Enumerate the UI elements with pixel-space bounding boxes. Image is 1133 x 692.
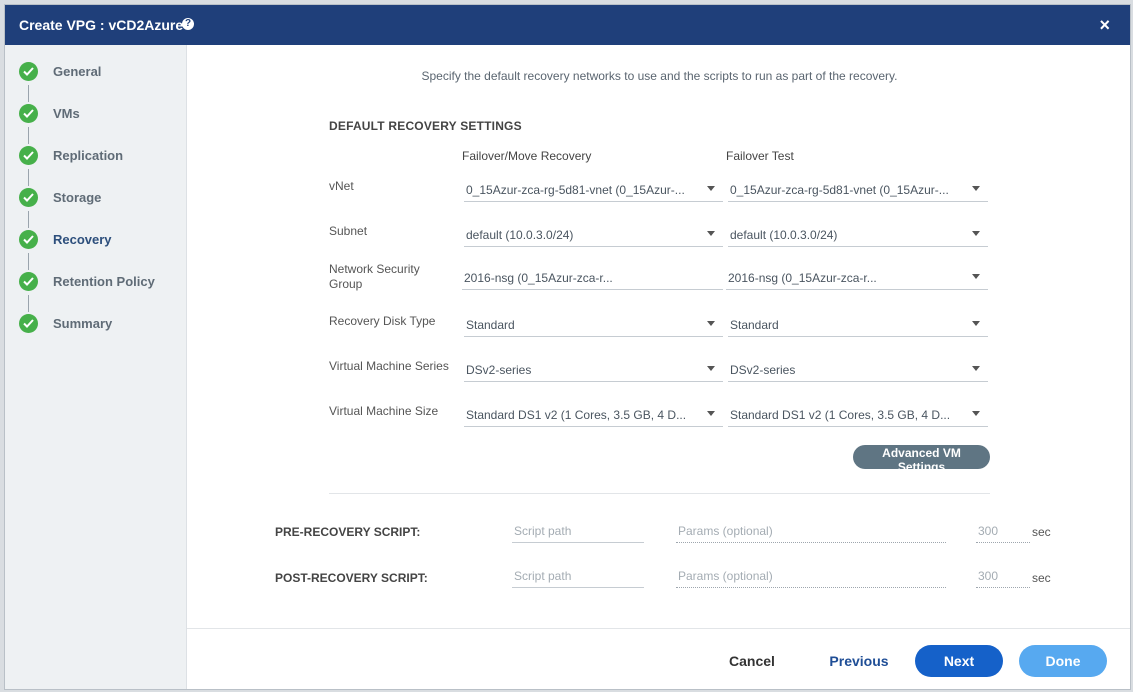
- chevron-down-icon: [707, 186, 715, 191]
- vnet-failover-select[interactable]: 0_15Azur-zca-rg-5d81-vnet (0_15Azur-...: [464, 176, 723, 202]
- pre-recovery-script-label: PRE-RECOVERY SCRIPT:: [275, 525, 421, 539]
- chevron-down-icon: [707, 366, 715, 371]
- chevron-down-icon: [972, 321, 980, 326]
- pre-script-timeout-unit: sec: [1032, 525, 1051, 539]
- vm-series-failover-select[interactable]: DSv2-series: [464, 356, 723, 382]
- previous-button[interactable]: Previous: [809, 645, 909, 677]
- nsg-failover-select[interactable]: 2016-nsg (0_15Azur-zca-r...: [462, 264, 723, 290]
- dialog-titlebar: Create VPG : vCD2Azure ? ×: [5, 5, 1130, 45]
- intro-text: Specify the default recovery networks to…: [421, 69, 898, 83]
- step-connector: [28, 85, 29, 102]
- row-label-vm-size: Virtual Machine Size: [329, 404, 439, 418]
- vnet-test-select[interactable]: 0_15Azur-zca-rg-5d81-vnet (0_15Azur-...: [728, 176, 988, 202]
- select-value: Standard DS1 v2 (1 Cores, 3.5 GB, 4 D...: [730, 408, 951, 422]
- post-script-timeout-input[interactable]: [976, 564, 1030, 588]
- pre-script-path-input[interactable]: [512, 519, 644, 543]
- check-icon: [19, 230, 38, 249]
- subnet-test-select[interactable]: default (10.0.3.0/24): [728, 221, 988, 247]
- step-connector: [28, 211, 29, 228]
- select-value: Standard: [466, 318, 515, 332]
- check-icon: [19, 104, 38, 123]
- select-value: DSv2-series: [466, 363, 532, 377]
- col-header-test: Failover Test: [726, 149, 794, 163]
- step-label: Storage: [53, 190, 102, 205]
- select-value: 0_15Azur-zca-rg-5d81-vnet (0_15Azur-...: [730, 183, 949, 197]
- section-divider: [329, 493, 990, 494]
- row-label-subnet: Subnet: [329, 224, 368, 238]
- disk-type-test-select[interactable]: Standard: [728, 311, 988, 337]
- chevron-down-icon: [972, 231, 980, 236]
- help-icon[interactable]: ?: [182, 18, 194, 30]
- row-label-vm-series: Virtual Machine Series: [329, 359, 449, 373]
- footer-divider: [187, 628, 1130, 629]
- post-script-params-input[interactable]: [676, 564, 946, 588]
- step-label: Replication: [53, 148, 124, 163]
- pre-script-timeout-input[interactable]: [976, 519, 1030, 543]
- recovery-settings-panel: Specify the default recovery networks to…: [187, 45, 1130, 689]
- check-icon: [19, 146, 38, 165]
- select-value: 2016-nsg (0_15Azur-zca-r...: [464, 271, 613, 285]
- chevron-down-icon: [972, 274, 980, 279]
- pre-script-params-input[interactable]: [676, 519, 946, 543]
- section-title: DEFAULT RECOVERY SETTINGS: [329, 119, 522, 133]
- step-connector: [28, 295, 29, 312]
- dialog-title: Create VPG : vCD2Azure: [19, 17, 184, 33]
- check-icon: [19, 188, 38, 207]
- done-button[interactable]: Done: [1019, 645, 1107, 677]
- vm-size-test-select[interactable]: Standard DS1 v2 (1 Cores, 3.5 GB, 4 D...: [728, 401, 988, 427]
- row-label-disk-type: Recovery Disk Type: [329, 314, 436, 328]
- select-value: 2016-nsg (0_15Azur-zca-r...: [728, 271, 877, 285]
- col-header-failover: Failover/Move Recovery: [462, 149, 592, 163]
- step-connector: [28, 253, 29, 270]
- select-value: 0_15Azur-zca-rg-5d81-vnet (0_15Azur-...: [466, 183, 685, 197]
- step-label: Retention Policy: [53, 274, 155, 289]
- select-value: default (10.0.3.0/24): [730, 228, 838, 242]
- wizard-steps-sidebar: General VMs Replication Storage Recovery…: [5, 45, 187, 689]
- post-script-path-input[interactable]: [512, 564, 644, 588]
- row-label-vnet: vNet: [329, 179, 354, 193]
- create-vpg-dialog: Create VPG : vCD2Azure ? × General VMs R…: [4, 4, 1131, 690]
- post-recovery-script-label: POST-RECOVERY SCRIPT:: [275, 571, 428, 585]
- check-icon: [19, 314, 38, 333]
- post-script-timeout-unit: sec: [1032, 571, 1051, 585]
- nsg-test-select[interactable]: 2016-nsg (0_15Azur-zca-r...: [726, 264, 988, 290]
- step-label: Recovery: [53, 232, 112, 247]
- row-label-nsg: Network Security Group: [329, 262, 420, 291]
- check-icon: [19, 272, 38, 291]
- chevron-down-icon: [972, 366, 980, 371]
- close-icon[interactable]: ×: [1099, 15, 1110, 36]
- chevron-down-icon: [707, 231, 715, 236]
- step-label: Summary: [53, 316, 113, 331]
- select-value: Standard DS1 v2 (1 Cores, 3.5 GB, 4 D...: [466, 408, 687, 422]
- step-label: VMs: [53, 106, 80, 121]
- step-connector: [28, 169, 29, 186]
- step-label: General: [53, 64, 102, 79]
- chevron-down-icon: [972, 411, 980, 416]
- vm-series-test-select[interactable]: DSv2-series: [728, 356, 988, 382]
- vm-size-failover-select[interactable]: Standard DS1 v2 (1 Cores, 3.5 GB, 4 D...: [464, 401, 723, 427]
- cancel-button[interactable]: Cancel: [712, 645, 792, 677]
- select-value: DSv2-series: [730, 363, 796, 377]
- chevron-down-icon: [707, 411, 715, 416]
- disk-type-failover-select[interactable]: Standard: [464, 311, 723, 337]
- check-icon: [19, 62, 38, 81]
- next-button[interactable]: Next: [915, 645, 1003, 677]
- step-connector: [28, 127, 29, 144]
- chevron-down-icon: [972, 186, 980, 191]
- chevron-down-icon: [707, 321, 715, 326]
- select-value: default (10.0.3.0/24): [466, 228, 574, 242]
- subnet-failover-select[interactable]: default (10.0.3.0/24): [464, 221, 723, 247]
- select-value: Standard: [730, 318, 779, 332]
- advanced-vm-settings-button[interactable]: Advanced VM Settings: [853, 445, 990, 474]
